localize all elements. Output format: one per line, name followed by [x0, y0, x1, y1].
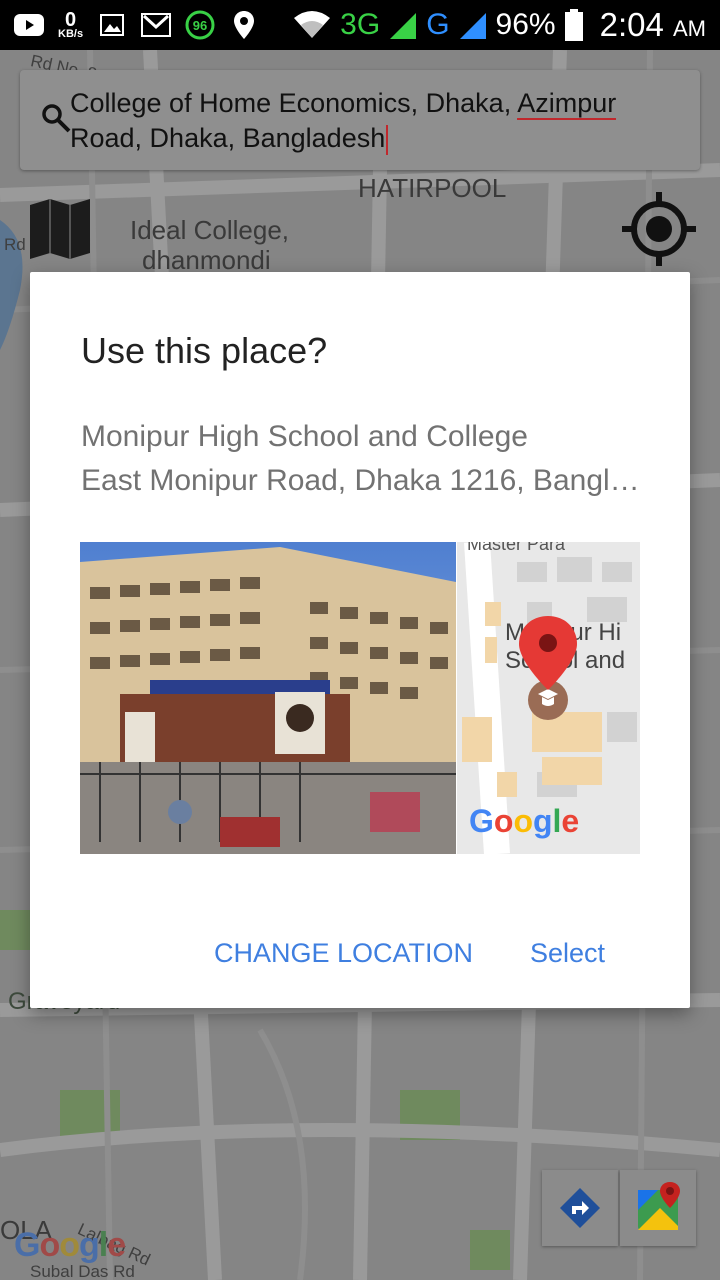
search-text-part2: Road, Dhaka, Bangladesh — [70, 123, 386, 153]
clock: 2:04 AM — [600, 6, 706, 44]
wifi-icon — [292, 11, 332, 38]
signal-blue-icon — [458, 12, 488, 39]
map-layers-button[interactable] — [26, 195, 94, 263]
gmail-icon — [141, 12, 172, 38]
clock-time: 2:04 — [599, 6, 664, 43]
data-speed-value: 0 — [64, 8, 77, 31]
battery-icon — [564, 9, 584, 41]
directions-button[interactable] — [542, 1170, 618, 1246]
network-3g-label: 3G — [340, 8, 381, 41]
gallery-icon — [97, 12, 127, 38]
search-input[interactable]: College of Home Economics, Dhaka, Azimpu… — [70, 86, 685, 156]
map-label-ideal-college-1: Ideal College, — [130, 215, 289, 245]
google-maps-icon — [638, 1182, 680, 1230]
use-place-dialog: Use this place? Monipur High School and … — [30, 272, 690, 1008]
place-minimap: Master Para Monipur Hi School and Google — [457, 542, 640, 854]
minimap-google-logo: Google — [469, 803, 579, 839]
signal-green-icon — [388, 12, 418, 39]
search-icon — [40, 102, 72, 134]
place-name: Monipur High School and College — [81, 420, 528, 453]
battery-percent: 96% — [495, 8, 556, 41]
search-bar[interactable]: College of Home Economics, Dhaka, Azimpu… — [20, 70, 700, 170]
minimap-top-label: Master Para — [467, 542, 566, 554]
my-location-button[interactable] — [620, 190, 698, 268]
data-speed-unit: KB/s — [58, 27, 84, 40]
badge-number: 96 — [193, 18, 207, 33]
youtube-icon — [14, 12, 44, 38]
search-text-underlined: Azimpur — [517, 88, 617, 120]
google-logo: Google — [14, 1226, 126, 1264]
directions-icon — [560, 1188, 600, 1228]
notification-badge-icon: 96 — [185, 10, 215, 40]
network-g-label: G — [426, 8, 450, 41]
text-cursor — [386, 124, 389, 155]
place-photo — [80, 542, 456, 854]
open-in-maps-button[interactable] — [620, 1170, 696, 1246]
change-location-button[interactable]: CHANGE LOCATION — [214, 938, 473, 969]
data-speed: 0 KB/s — [58, 8, 84, 40]
location-icon — [229, 11, 259, 39]
map-label-hatirpool: HATIRPOOL — [358, 173, 507, 203]
place-address: East Monipur Road, Dhaka 1216, Banglades… — [81, 464, 641, 497]
search-text-part1: College of Home Economics, Dhaka, — [70, 88, 518, 118]
clock-ampm: AM — [673, 16, 706, 41]
dialog-title: Use this place? — [81, 330, 328, 371]
crosshair-icon — [622, 192, 696, 266]
map-layers-icon — [30, 199, 90, 259]
status-bar: 0 KB/s 96 3G G 96% 2:04 AM — [0, 0, 720, 50]
select-button[interactable]: Select — [530, 938, 605, 969]
